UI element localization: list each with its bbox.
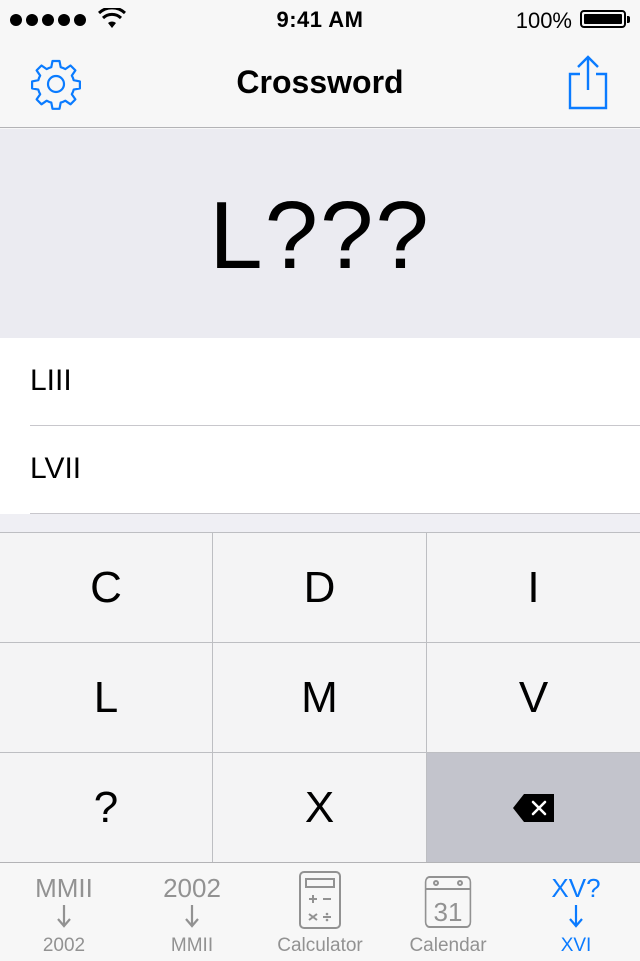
calendar-icon: 31 bbox=[424, 876, 472, 928]
page-title: Crossword bbox=[236, 64, 404, 100]
arrow-down-icon bbox=[185, 905, 199, 928]
battery-percent: 100% bbox=[515, 8, 572, 33]
battery-icon bbox=[580, 10, 630, 28]
tab-calendar[interactable]: 31 Calendar bbox=[384, 863, 512, 961]
key-wildcard[interactable]: ? bbox=[0, 753, 212, 862]
tab-calculator[interactable]: Calculator bbox=[256, 863, 384, 961]
key-i[interactable]: I bbox=[427, 533, 640, 642]
backspace-icon bbox=[512, 793, 554, 822]
delete-key[interactable] bbox=[427, 753, 640, 862]
tab-label: MMII bbox=[170, 935, 214, 956]
share-icon[interactable] bbox=[564, 54, 612, 112]
tab-label: XVI bbox=[560, 935, 592, 956]
keypad: C D I L M V ? X bbox=[0, 532, 640, 862]
arrow-down-icon bbox=[57, 905, 71, 928]
pattern-display: L??? bbox=[0, 129, 640, 338]
key-d[interactable]: D bbox=[213, 533, 426, 642]
tab-top-text: MMII bbox=[35, 873, 93, 903]
tab-top-text: 2002 bbox=[163, 873, 221, 903]
navigation-bar: Crossword bbox=[0, 40, 640, 128]
pattern-text: L??? bbox=[209, 182, 431, 289]
calculator-icon bbox=[299, 871, 341, 929]
svg-text:31: 31 bbox=[434, 897, 463, 927]
key-x[interactable]: X bbox=[213, 753, 426, 862]
result-label: LIII bbox=[30, 364, 72, 397]
results-list: LIII LVII bbox=[0, 338, 640, 532]
tab-arabic-to-roman[interactable]: 2002 MMII bbox=[128, 863, 256, 961]
tab-bar: MMII 2002 2002 MMII Calculator 31 Calend… bbox=[0, 862, 640, 960]
key-v[interactable]: V bbox=[427, 643, 640, 752]
tab-crossword[interactable]: XV? XVI bbox=[512, 863, 640, 961]
list-item[interactable]: LIII bbox=[0, 338, 640, 426]
tab-label: 2002 bbox=[42, 935, 86, 956]
list-footer bbox=[0, 514, 640, 532]
list-item[interactable]: LVII bbox=[0, 426, 640, 514]
result-label: LVII bbox=[30, 452, 82, 485]
tab-label: Calculator bbox=[277, 935, 363, 956]
tab-roman-to-arabic[interactable]: MMII 2002 bbox=[0, 863, 128, 961]
tab-label: Calendar bbox=[409, 935, 487, 956]
key-c[interactable]: C bbox=[0, 533, 212, 642]
key-l[interactable]: L bbox=[0, 643, 212, 752]
tab-top-text: XV? bbox=[551, 873, 601, 903]
key-m[interactable]: M bbox=[213, 643, 426, 752]
arrow-down-icon bbox=[569, 905, 583, 928]
status-bar: 9:41 AM 100% bbox=[0, 0, 640, 40]
